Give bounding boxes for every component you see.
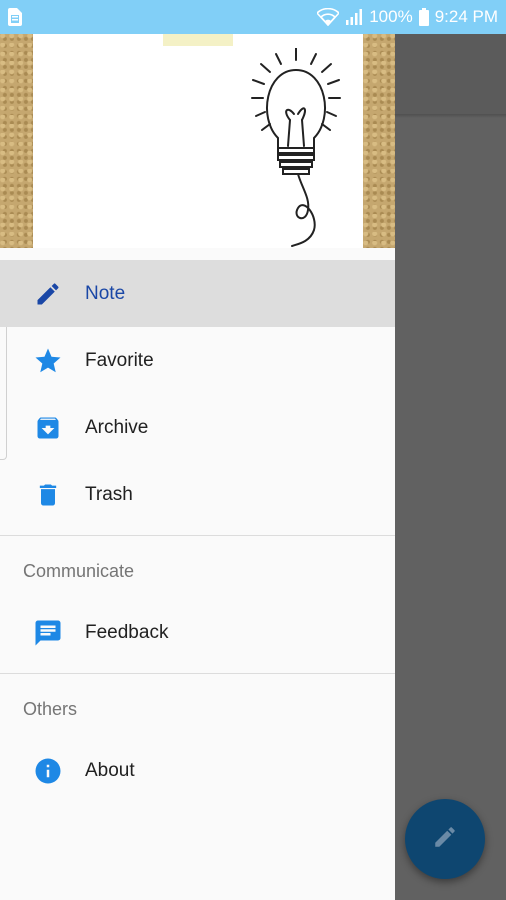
nav-item-label: Archive <box>85 416 149 438</box>
wifi-icon <box>317 8 340 26</box>
nav-item-label: Feedback <box>85 621 169 643</box>
nav-item-about[interactable]: About <box>0 737 395 804</box>
divider <box>0 673 395 674</box>
drawer-header-image <box>0 34 395 248</box>
background-app-bar <box>395 34 506 114</box>
nav-item-archive[interactable]: Archive <box>0 394 395 461</box>
clock: 9:24 PM <box>434 7 498 26</box>
sim-icon <box>8 8 22 26</box>
info-icon <box>33 756 63 786</box>
nav-item-label: Favorite <box>85 349 154 371</box>
nav-item-label: Note <box>85 282 126 304</box>
status-bar: 100% 9:24 PM <box>0 0 506 34</box>
navigation-drawer: Note Favorite Archive Trash Communicate <box>0 34 395 900</box>
nav-item-label: Trash <box>85 483 133 505</box>
corkboard-right <box>363 34 395 248</box>
corkboard-left <box>0 34 33 248</box>
nav-item-favorite[interactable]: Favorite <box>0 327 395 394</box>
archive-icon <box>33 413 63 443</box>
nav-item-label: About <box>85 759 135 781</box>
background-app-bar-shadow <box>395 114 506 118</box>
nav-item-trash[interactable]: Trash <box>0 461 395 528</box>
section-title-communicate: Communicate <box>23 560 135 581</box>
edit-icon <box>432 824 458 855</box>
nav-item-feedback[interactable]: Feedback <box>0 599 395 666</box>
tape-strip <box>163 34 233 46</box>
feedback-icon <box>33 618 63 648</box>
nav-item-note[interactable]: Note <box>0 260 395 327</box>
battery-icon <box>418 8 429 26</box>
pencil-icon <box>33 279 63 309</box>
battery-percent: 100% <box>369 7 413 26</box>
signal-icon <box>345 9 363 25</box>
lightbulb-illustration <box>248 47 344 248</box>
trash-icon <box>33 480 63 510</box>
drawer-menu: Note Favorite Archive Trash Communicate <box>0 248 395 804</box>
new-note-fab[interactable] <box>405 799 485 879</box>
section-title-others: Others <box>23 698 78 719</box>
star-icon <box>33 346 63 376</box>
divider <box>0 535 395 536</box>
